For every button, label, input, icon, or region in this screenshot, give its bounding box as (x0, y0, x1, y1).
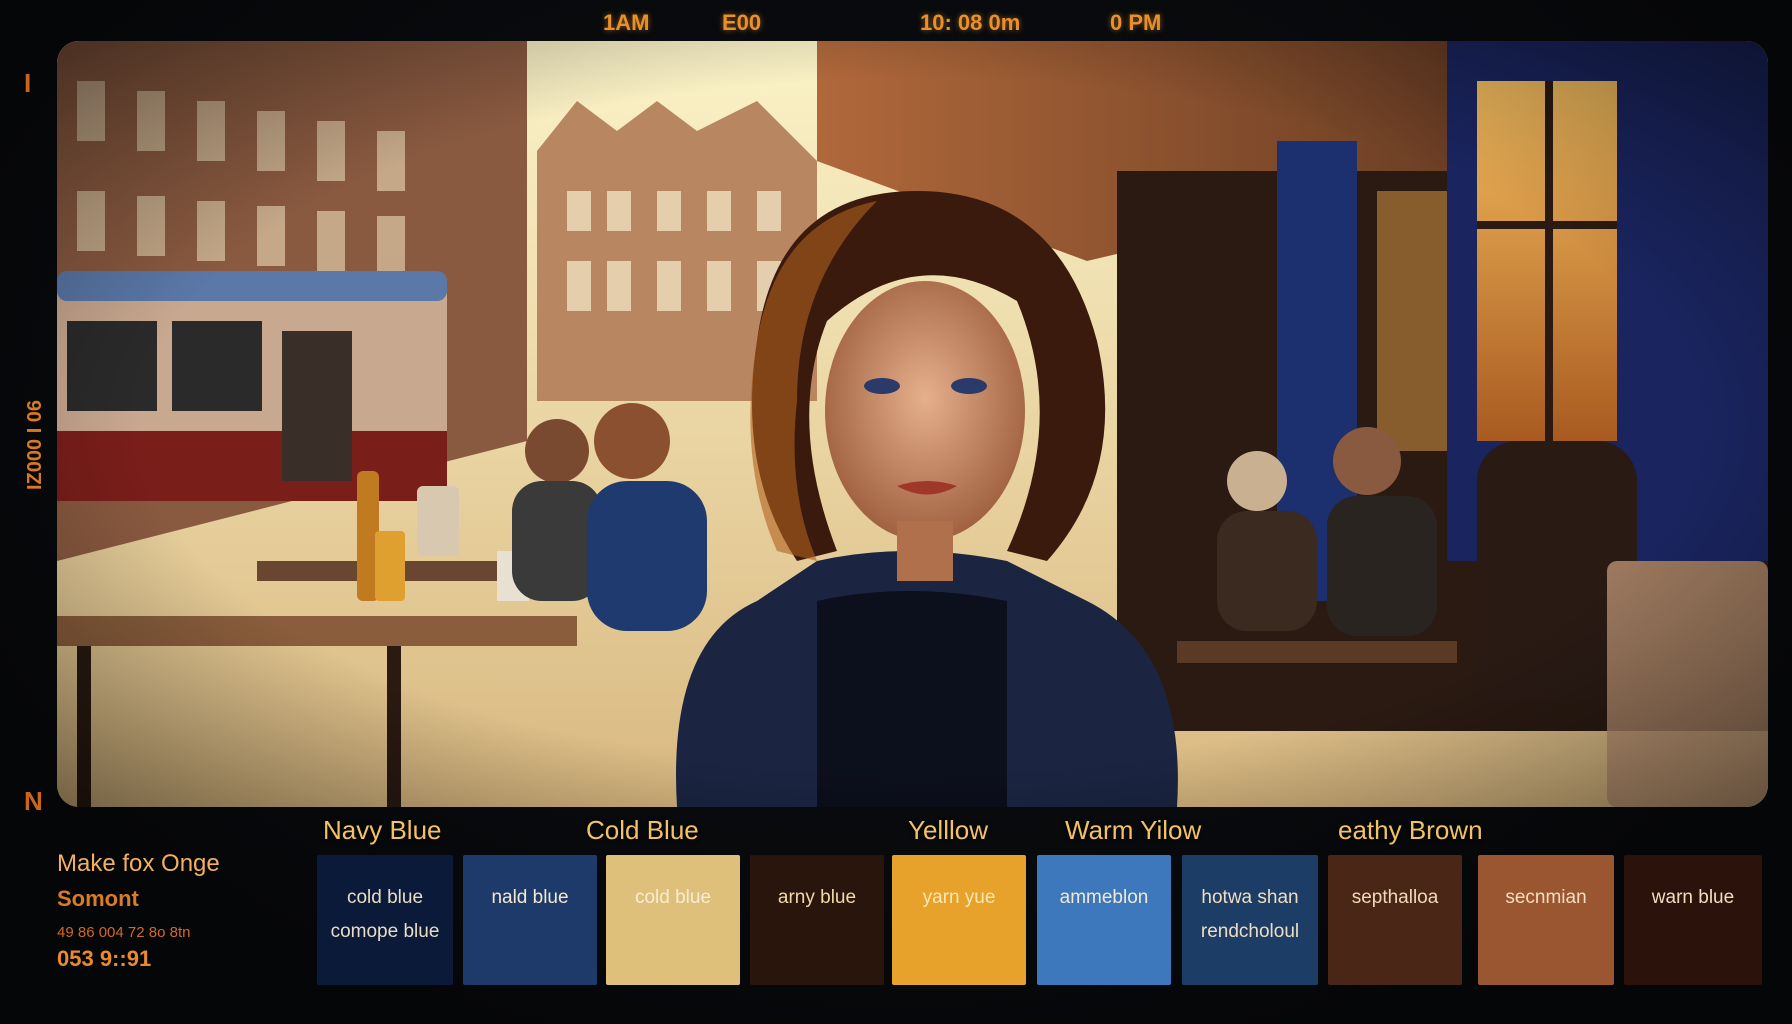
palette-swatch: yarn yue (892, 855, 1026, 985)
palette-header-navy-blue: Navy Blue (323, 815, 442, 845)
palette-header-yellow: Yelllow (908, 815, 988, 845)
vignette (57, 41, 1768, 807)
left-caption: Make fox Onge Somont 49 86 004 72 8o 8tn… (57, 850, 307, 980)
photo-illustration (57, 41, 1768, 807)
swatch-label: secnmian (1505, 887, 1587, 908)
caption-numbers: 053 9::91 (57, 946, 152, 971)
swatch-label: ammeblon (1059, 887, 1149, 908)
side-mark-top: I (24, 68, 32, 98)
caption-subtitle: Somont (57, 886, 139, 911)
palette-swatch: warn blue (1624, 855, 1762, 985)
palette-swatch: ammeblon (1037, 855, 1171, 985)
side-timecode: IZ000 I 06 (24, 399, 46, 490)
palette-swatch: cold blue (606, 855, 740, 985)
swatch-label: rendcholoul (1200, 921, 1300, 942)
palette-swatch: secnmian (1478, 855, 1614, 985)
swatch-label: septhalloa (1351, 887, 1439, 908)
palette-swatch: arny blue (750, 855, 884, 985)
timecode-3: 10: 08 0m (920, 10, 1021, 35)
palette-header-earthy-brown: eathy Brown (1338, 815, 1483, 845)
swatch-label: hotwa shan (1201, 887, 1299, 908)
palette-header-cold-blue: Cold Blue (586, 815, 699, 845)
palette-swatch: nald blue (463, 855, 597, 985)
caption-title: Make fox Onge (57, 850, 220, 877)
timecode-1: 1AM (603, 10, 650, 35)
swatch-label: nald blue (491, 887, 569, 908)
palette-header-warm-yellow: Warm Yilow (1065, 815, 1202, 845)
swatch-label: cold blue (634, 887, 712, 908)
top-timecode: 1AM E00 10: 08 0m 0 PM (0, 6, 1792, 40)
side-mark-bottom: N (24, 786, 43, 816)
swatch-label: arny blue (777, 887, 857, 908)
palette-swatch: cold blue comope blue (317, 855, 453, 985)
palette-swatch: septhalloa (1328, 855, 1462, 985)
swatch-label: warn blue (1651, 887, 1735, 908)
timecode-4: 0 PM (1110, 10, 1162, 35)
timecode-2: E00 (722, 10, 762, 35)
swatch-label: comope blue (330, 921, 440, 942)
cafe-photo (57, 41, 1768, 807)
swatch-label: cold blue (346, 887, 424, 908)
caption-codes: 49 86 004 72 8o 8tn (57, 924, 191, 941)
swatch-label: yarn yue (922, 887, 996, 908)
palette-swatch: hotwa shan rendcholoul (1182, 855, 1318, 985)
